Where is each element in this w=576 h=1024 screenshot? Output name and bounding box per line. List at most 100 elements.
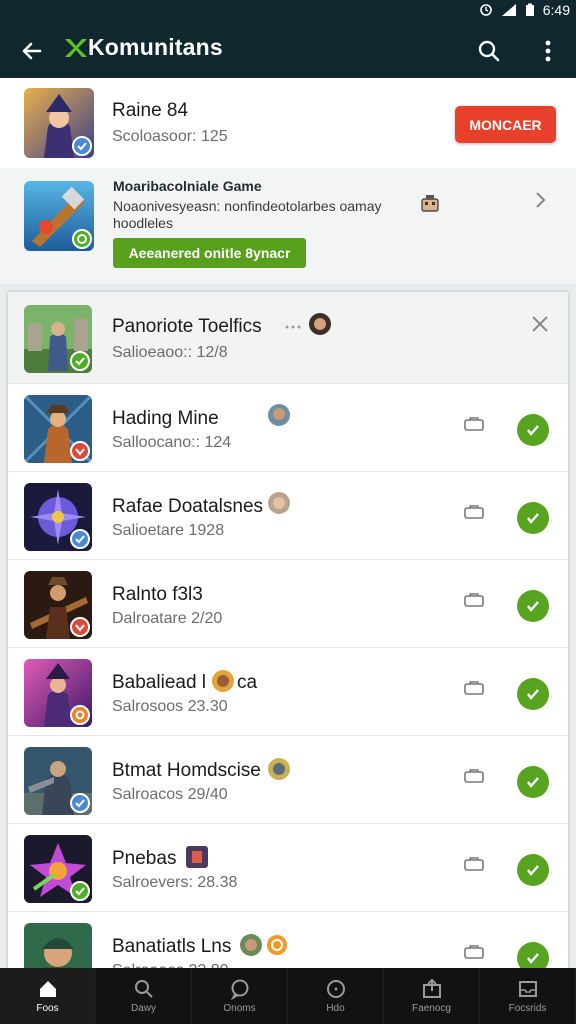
- promo-card[interactable]: Moaribacolniale Game Noaonivesyeasn: non…: [0, 168, 576, 284]
- user-avatar[interactable]: [268, 492, 290, 514]
- verified-badge-icon: [70, 881, 90, 901]
- promo-title: Moaribacolniale Game: [113, 178, 262, 194]
- verified-badge-icon: [72, 136, 92, 156]
- app-logo-icon: [65, 39, 87, 57]
- list-item[interactable]: Babaliead l ca Salrosoos 23.30: [8, 648, 568, 736]
- list-item[interactable]: Pnebas Salroevers: 28.38: [8, 824, 568, 912]
- game-thumbnail[interactable]: [24, 571, 92, 639]
- check-icon: [527, 777, 539, 788]
- game-thumbnail[interactable]: [24, 747, 92, 815]
- game-thumbnail[interactable]: [24, 395, 92, 463]
- game-title: Panoriote Toelfics: [112, 316, 262, 337]
- game-subtitle: Salloocano:: 124: [112, 434, 232, 451]
- verified-badge-icon: [70, 441, 90, 461]
- close-icon[interactable]: [528, 312, 552, 336]
- game-thumbnail[interactable]: [24, 483, 92, 551]
- games-list: Panoriote Toelfics Salioeaoo:: 12/8 Hadi…: [8, 292, 568, 992]
- app-title: Komunitans: [88, 34, 223, 60]
- game-title: Hading Mine: [112, 408, 219, 429]
- home-icon: [39, 981, 56, 997]
- nav-item-circle[interactable]: Hdo: [288, 968, 384, 1024]
- user-avatar[interactable]: [186, 846, 208, 868]
- inbox-icon: [518, 981, 537, 997]
- user-avatar[interactable]: [212, 670, 234, 692]
- verified-badge-icon: [70, 617, 90, 637]
- nav-item-share[interactable]: Faenocg: [384, 968, 480, 1024]
- profile-action-button[interactable]: MONCAER: [455, 106, 556, 143]
- search-button[interactable]: [474, 36, 504, 66]
- tag-icon[interactable]: [464, 417, 484, 431]
- game-subtitle: Salioeaoo:: 12/8: [112, 344, 228, 361]
- circle-icon: [326, 980, 345, 998]
- check-icon: [527, 513, 539, 524]
- verified-badge-icon: [70, 705, 90, 725]
- more-vert-icon: [545, 40, 551, 62]
- check-button[interactable]: [517, 414, 549, 446]
- profile-game-thumbnail[interactable]: [24, 88, 94, 158]
- list-item[interactable]: Ralnto f3l3 Dalroatare 2/20: [8, 560, 568, 648]
- verified-badge-icon: [70, 793, 90, 813]
- check-icon: [527, 953, 539, 964]
- profile-card: Raine 84 Scoloasoor: 125 MONCAER: [0, 78, 576, 168]
- game-subtitle: Dalroatare 2/20: [112, 610, 223, 627]
- game-title-suffix: ca: [237, 672, 258, 693]
- back-button[interactable]: [16, 35, 48, 67]
- check-button[interactable]: [517, 678, 549, 710]
- list-item[interactable]: Panoriote Toelfics Salioeaoo:: 12/8: [8, 292, 568, 384]
- game-thumbnail[interactable]: [24, 835, 92, 903]
- chevron-right-icon[interactable]: [528, 188, 552, 212]
- tag-icon[interactable]: [464, 945, 484, 959]
- game-subtitle: Salioetare 1928: [112, 522, 225, 539]
- check-button[interactable]: [517, 502, 549, 534]
- user-avatar[interactable]: [268, 758, 290, 780]
- user-avatar[interactable]: [309, 313, 331, 335]
- check-icon: [527, 865, 539, 876]
- nav-item-home[interactable]: Foos: [0, 968, 96, 1024]
- status-time: 6:49: [542, 2, 570, 18]
- tag-icon[interactable]: [464, 593, 484, 607]
- nav-label: Faenocg: [412, 1003, 451, 1014]
- game-subtitle: Salroacos 29/40: [112, 786, 228, 803]
- battery-icon: [525, 3, 534, 16]
- game-title: Btmat Homdscise: [112, 760, 261, 781]
- tag-icon[interactable]: [464, 681, 484, 695]
- tag-icon[interactable]: [464, 505, 484, 519]
- nav-label: Foos: [36, 1003, 59, 1014]
- promo-action-button[interactable]: Aeeanered onitle 8ynacr: [113, 238, 306, 268]
- game-title: Ralnto f3l3: [112, 584, 203, 605]
- status-icons: 6:49: [479, 2, 570, 18]
- nav-item-search[interactable]: Dawy: [96, 968, 192, 1024]
- user-avatar[interactable]: [240, 934, 262, 956]
- achievement-badge-icon: [266, 934, 288, 956]
- bottom-navigation: Foos Dawy Onoms Hdo Faenocg Focsrids: [0, 968, 576, 1024]
- signal-icon: [501, 4, 516, 16]
- game-title: Babaliead l: [112, 672, 207, 693]
- check-button[interactable]: [517, 590, 549, 622]
- list-item[interactable]: Hading Mine Salloocano:: 124: [8, 384, 568, 472]
- check-button[interactable]: [517, 766, 549, 798]
- tag-icon[interactable]: [464, 769, 484, 783]
- user-avatar[interactable]: [268, 404, 290, 426]
- list-item[interactable]: Rafae Doatalsnes Salioetare 1928: [8, 472, 568, 560]
- game-subtitle: Salrosoos 23.30: [112, 698, 228, 715]
- game-title: Pnebas: [112, 848, 177, 869]
- dots-icon: [285, 325, 301, 329]
- arrow-left-icon: [22, 42, 42, 60]
- check-icon: [527, 425, 539, 436]
- verified-badge-icon: [72, 229, 92, 249]
- game-title: Banatiatls Lns: [112, 936, 232, 957]
- promo-game-thumbnail[interactable]: [24, 181, 94, 251]
- check-button[interactable]: [517, 854, 549, 886]
- chat-icon: [230, 979, 248, 1000]
- verified-badge-icon: [70, 351, 90, 371]
- gift-icon: [421, 195, 439, 212]
- nav-item-chat[interactable]: Onoms: [192, 968, 288, 1024]
- more-options-button[interactable]: [536, 36, 560, 66]
- tag-icon[interactable]: [464, 857, 484, 871]
- profile-subtitle: Scoloasoor: 125: [112, 128, 228, 145]
- game-thumbnail[interactable]: [24, 305, 92, 373]
- game-thumbnail[interactable]: [24, 659, 92, 727]
- list-item[interactable]: Btmat Homdscise Salroacos 29/40: [8, 736, 568, 824]
- nav-item-inbox[interactable]: Focsrids: [480, 968, 576, 1024]
- search-icon: [134, 980, 153, 998]
